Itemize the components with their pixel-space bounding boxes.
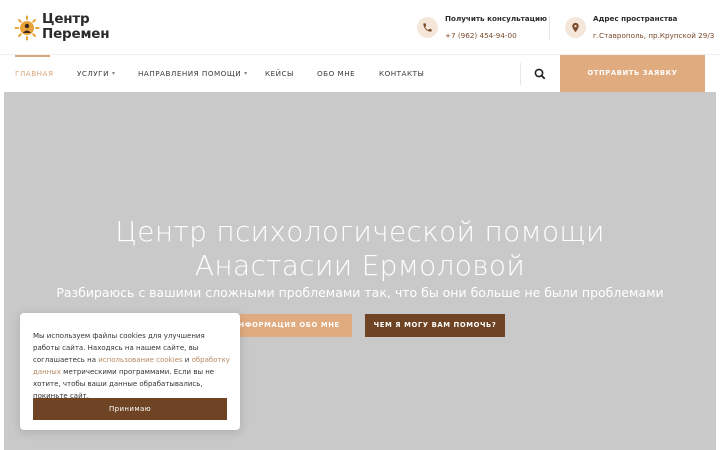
hero-title-line-1: Центр психологической помощи (115, 215, 605, 248)
nav-label-about: ОБО МНЕ (317, 69, 356, 78)
nav-item-cases[interactable]: КЕЙСЫ (265, 69, 294, 78)
nav-label-help-directions: НАПРАВЛЕНИЯ ПОМОЩИ (138, 69, 242, 78)
nav-item-contacts[interactable]: КОНТАКТЫ (379, 69, 424, 78)
cookie-text-part-3: метрическими программами. Если вы не хот… (33, 368, 215, 400)
active-nav-indicator (15, 55, 50, 57)
nav-label-cases: КЕЙСЫ (265, 69, 294, 78)
logo-line-1: Центр (42, 11, 90, 27)
main-nav: ГЛАВНАЯ УСЛУГИ ▾ НАПРАВЛЕНИЯ ПОМОЩИ ▾ КЕЙС… (0, 55, 720, 92)
phone-number[interactable]: +7 (962) 454-94-00 (445, 31, 517, 40)
chevron-down-icon: ▾ (244, 70, 248, 77)
address-title: Адрес пространства (593, 14, 678, 23)
logo-text: Центр Перемен (42, 11, 110, 42)
phone-title: Получить консультацию (445, 14, 547, 23)
hero-title-line-2: Анастасии Ермоловой (194, 249, 526, 282)
phone-contact[interactable]: Получить консультацию +7 (962) 454-94-00 (417, 14, 547, 42)
nav-item-services[interactable]: УСЛУГИ ▾ (77, 69, 115, 78)
header-divider (549, 16, 550, 40)
search-icon[interactable] (531, 65, 549, 83)
cookie-text: Мы используем файлы cookies для улучшени… (33, 330, 231, 402)
nav-item-home[interactable]: ГЛАВНАЯ (15, 69, 53, 78)
accept-cookies-button[interactable]: Принимаю (33, 398, 227, 420)
location-pin-icon (565, 17, 586, 38)
chevron-down-icon: ▾ (111, 70, 116, 77)
cookie-text-part-2: и (182, 356, 192, 364)
phone-icon (417, 17, 438, 38)
hero-subtitle: Разбираюсь с вашими сложными проблемами … (56, 285, 664, 300)
hero-title: Центр психологической помощи Анастасии Е… (4, 215, 716, 283)
top-header: Центр Перемен Получить консультацию +7 (… (0, 0, 720, 55)
send-request-button[interactable]: ОТПРАВИТЬ ЗАЯВКУ (560, 55, 705, 92)
address-contact[interactable]: Адрес пространства г.Ставрополь, пр.Круп… (565, 14, 715, 42)
sun-figure-logo-icon (14, 15, 40, 41)
cookie-banner: Мы используем файлы cookies для улучшени… (20, 313, 240, 430)
address-value[interactable]: г.Ставрополь, пр.Крупской 29/3 (593, 31, 714, 40)
how-can-i-help-button[interactable]: ЧЕМ Я МОГУ ВАМ ПОМОЧЬ? (365, 314, 505, 337)
logo-line-2: Перемен (42, 26, 110, 42)
nav-item-help-directions[interactable]: НАПРАВЛЕНИЯ ПОМОЩИ ▾ (138, 69, 248, 78)
cookies-usage-link[interactable]: использование cookies (98, 356, 182, 364)
nav-divider (520, 63, 521, 85)
nav-label-services: УСЛУГИ (77, 69, 109, 78)
nav-item-about[interactable]: ОБО МНЕ (317, 69, 355, 78)
logo[interactable]: Центр Перемен (14, 11, 110, 45)
nav-label-home: ГЛАВНАЯ (15, 69, 54, 78)
nav-label-contacts: КОНТАКТЫ (379, 69, 425, 78)
